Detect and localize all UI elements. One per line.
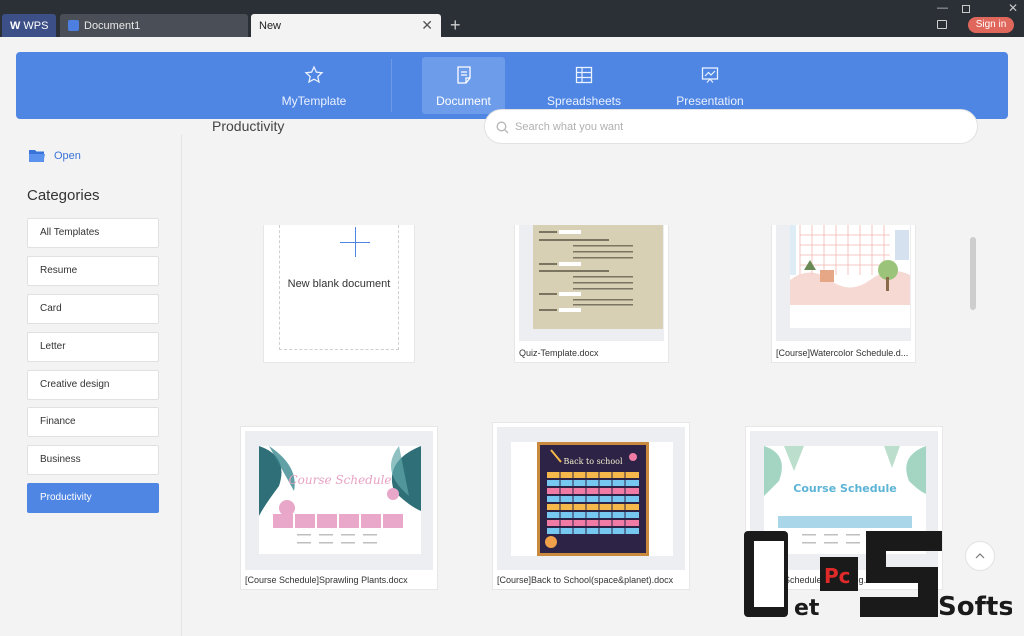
tab-new-label: New — [259, 19, 282, 32]
sign-in-button[interactable]: Sign in — [968, 17, 1014, 33]
minimize-icon[interactable]: — — [937, 2, 948, 14]
nav-presentation[interactable]: Presentation — [666, 57, 754, 114]
template-card-watercolor[interactable]: [Course]Watercolor Schedule.d... — [771, 225, 916, 363]
category-resume[interactable]: Resume — [27, 256, 159, 286]
open-button[interactable]: Open — [28, 148, 81, 163]
tab-wps[interactable]: W WPS — [2, 14, 56, 37]
template-label: [Course Schedule]Sprawling Plants.docx — [245, 575, 408, 585]
template-label: [Course]Watercolor Schedule.d... — [776, 348, 909, 358]
template-card-back-to-school[interactable]: Back to school [Course]Back to School(sp… — [492, 422, 690, 590]
thumb-title-text: Course Schedule — [793, 482, 896, 495]
tab-wps-label: WPS — [23, 19, 49, 32]
search-input[interactable] — [515, 118, 955, 136]
thumb-title-text: Back to school — [563, 457, 622, 466]
monitor-icon[interactable] — [937, 20, 947, 29]
category-card[interactable]: Card — [27, 294, 159, 324]
add-tab-button[interactable]: + — [450, 14, 461, 36]
template-card-quiz[interactable]: Quiz-Template.docx — [514, 225, 669, 363]
watercolor-schedule-preview — [790, 225, 910, 328]
category-productivity[interactable]: Productivity — [27, 483, 159, 513]
categories-title: Categories — [27, 187, 100, 204]
sidebar: Open Categories All Templates Resume Car… — [0, 135, 182, 636]
nav-presentation-label: Presentation — [676, 94, 744, 108]
document-icon — [456, 66, 471, 84]
category-finance[interactable]: Finance — [27, 407, 159, 437]
new-blank-document-card[interactable]: New blank document — [263, 225, 415, 363]
category-creative-design[interactable]: Creative design — [27, 370, 159, 400]
spreadsheet-icon — [575, 66, 593, 84]
folder-icon — [29, 150, 45, 162]
thumb-title-text: Course Schedule — [288, 473, 391, 487]
presentation-icon — [701, 67, 719, 83]
nav-mytemplate[interactable]: MyTemplate — [269, 57, 359, 114]
template-thumbnail — [519, 225, 664, 341]
tab-document1-label: Document1 — [84, 19, 141, 32]
nav-spreadsheets[interactable]: Spreadsheets — [540, 57, 628, 114]
tab-document1[interactable]: Document1 — [60, 14, 248, 37]
category-all-templates[interactable]: All Templates — [27, 218, 159, 248]
category-letter[interactable]: Letter — [27, 332, 159, 362]
scrollbar-thumb[interactable] — [970, 237, 976, 310]
quiz-template-preview — [533, 225, 663, 329]
star-template-icon — [304, 65, 324, 84]
nav-spreadsheets-label: Spreadsheets — [546, 94, 622, 108]
watermark-text-et: et — [794, 596, 820, 621]
close-icon[interactable]: ✕ — [421, 18, 433, 32]
template-thumbnail: Course Schedule — [245, 431, 433, 570]
nav-document[interactable]: Document — [422, 57, 505, 114]
template-thumbnail — [776, 225, 911, 341]
wps-logo-icon: W — [10, 19, 20, 32]
back-to-school-preview: Back to school — [511, 442, 673, 556]
window-close-icon[interactable]: ✕ — [1008, 1, 1018, 15]
blank-document-outline: New blank document — [279, 225, 399, 350]
new-blank-document-label: New blank document — [287, 278, 391, 290]
category-business[interactable]: Business — [27, 445, 159, 475]
nav-divider — [391, 59, 392, 112]
search-box[interactable] — [484, 109, 978, 144]
template-thumbnail: Back to school — [497, 427, 685, 570]
template-label: [Course]Back to School(space&planet).doc… — [497, 575, 674, 585]
content-title: Productivity — [212, 118, 285, 134]
title-bar: W WPS Document1 New ✕ + — ✕ Sign in — [0, 0, 1024, 37]
open-label: Open — [54, 149, 81, 162]
nav-mytemplate-label: MyTemplate — [281, 94, 347, 108]
template-label: Quiz-Template.docx — [519, 348, 599, 358]
maximize-icon[interactable] — [962, 5, 970, 13]
template-card-sprawling-plants[interactable]: Course Schedule [Course Schedule]Sprawli… — [240, 426, 438, 590]
getpcsofts-watermark-logo: et Pc Softs — [744, 531, 1012, 622]
watermark-text-softs: Softs — [938, 592, 1012, 622]
plus-icon-vertical — [355, 227, 356, 257]
nav-document-label: Document — [436, 94, 491, 108]
sprawling-plants-preview: Course Schedule — [259, 446, 421, 554]
tab-new[interactable]: New ✕ — [251, 14, 441, 37]
watermark-text-pc: Pc — [824, 564, 851, 588]
search-icon — [496, 121, 509, 134]
document-icon — [68, 20, 79, 31]
